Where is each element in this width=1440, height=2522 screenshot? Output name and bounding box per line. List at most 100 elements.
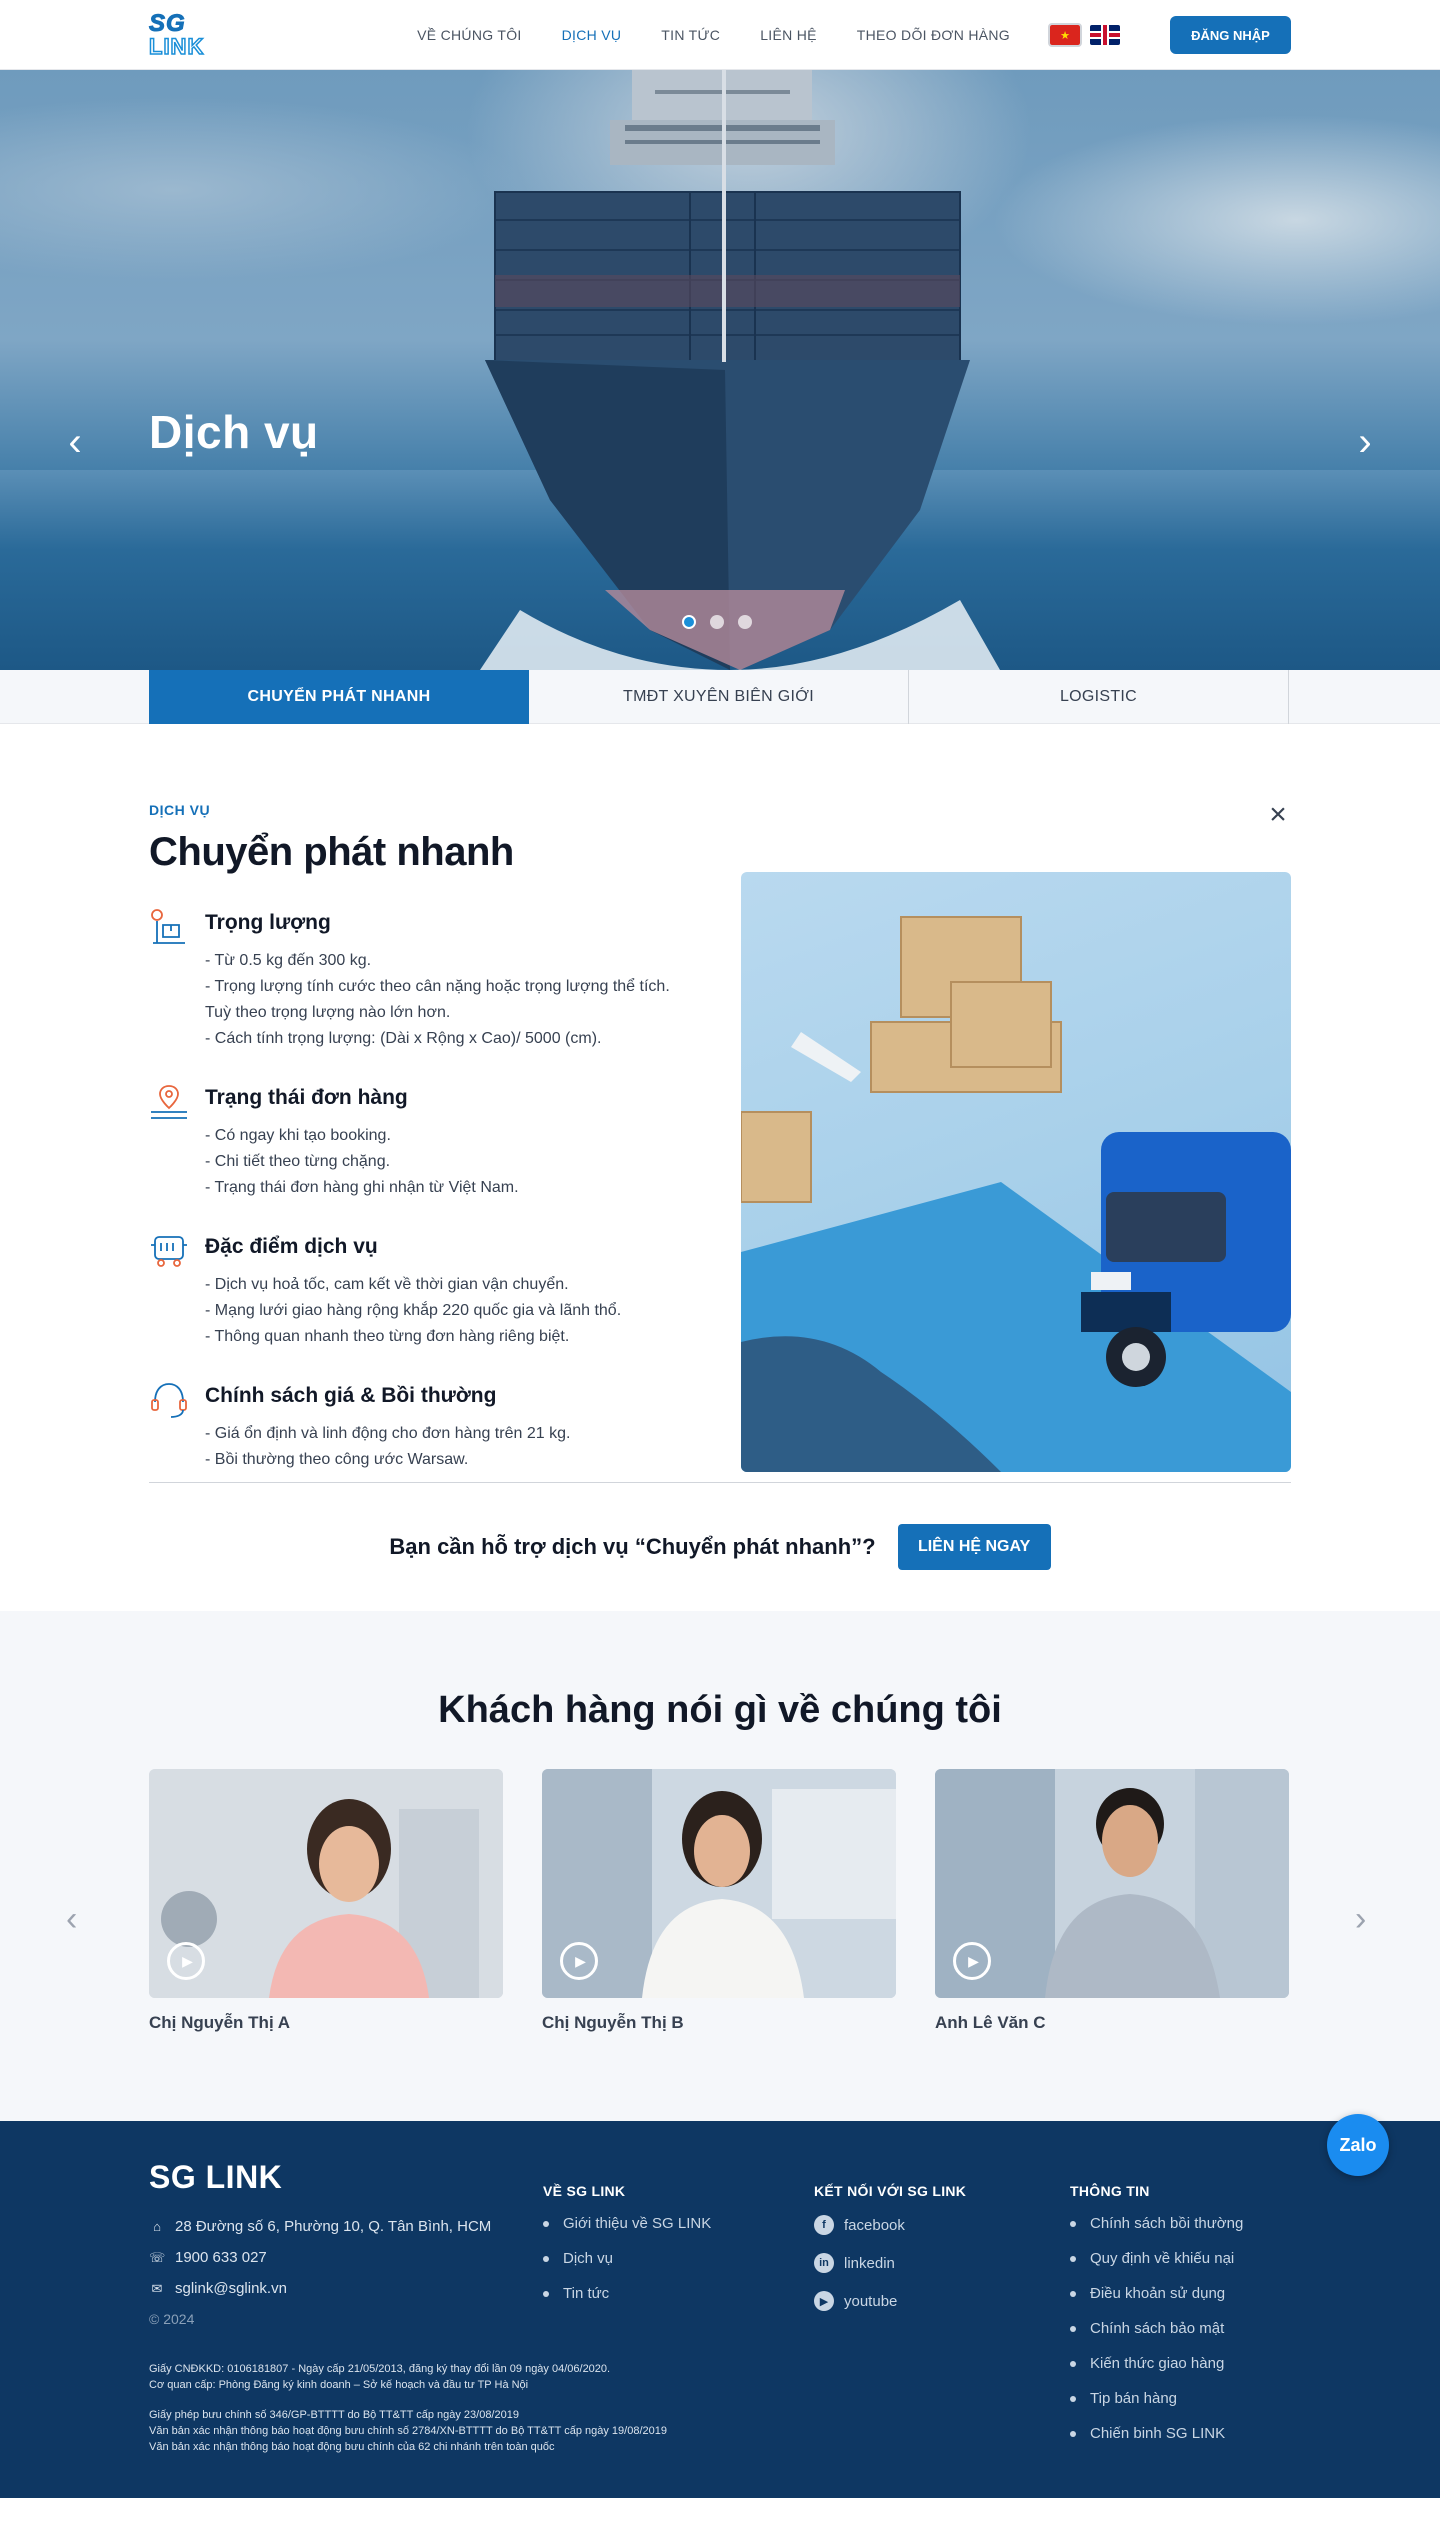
service-title: Chuyển phát nhanh bbox=[149, 830, 514, 874]
facebook-icon: f bbox=[814, 2215, 834, 2235]
legal-line: Giấy CNĐKKD: 0106181807 - Ngày cấp 21/05… bbox=[149, 2363, 611, 2375]
site-header: SG LINK VỀ CHÚNG TÔI DỊCH VỤ TIN TỨC LIÊ… bbox=[0, 0, 1440, 70]
feature-line: - Cách tính trọng lượng: (Dài x Rộng x C… bbox=[205, 1030, 602, 1047]
footer-link[interactable]: Tin tức bbox=[543, 2285, 711, 2302]
footer-column-title: THÔNG TIN bbox=[1070, 2183, 1150, 2199]
nav-services[interactable]: DỊCH VỤ bbox=[562, 27, 622, 43]
feature-line: - Có ngay khi tạo booking. bbox=[205, 1127, 391, 1144]
linkedin-link[interactable]: in linkedin bbox=[814, 2253, 966, 2273]
feature-order-status: Trạng thái đơn hàng - Có ngay khi tạo bo… bbox=[149, 1082, 679, 1201]
testimonial-name: Chị Nguyễn Thị B bbox=[542, 2013, 684, 2032]
close-icon[interactable]: × bbox=[1265, 800, 1291, 830]
delivery-truck-image bbox=[741, 872, 1291, 1472]
feature-title: Trọng lượng bbox=[205, 911, 331, 934]
sglink-logo[interactable]: SG LINK bbox=[148, 11, 227, 59]
footer-link[interactable]: Chính sách bồi thường bbox=[1070, 2215, 1243, 2232]
footer-link[interactable]: Quy định về khiếu nại bbox=[1070, 2250, 1243, 2267]
main-nav: VỀ CHÚNG TÔI DỊCH VỤ TIN TỨC LIÊN HỆ THE… bbox=[417, 27, 1010, 43]
testimonial-card[interactable]: ▶ Chị Nguyễn Thị B bbox=[542, 1769, 896, 2033]
nav-track-order[interactable]: THEO DÕI ĐƠN HÀNG bbox=[857, 27, 1010, 43]
feature-line: - Từ 0.5 kg đến 300 kg. bbox=[205, 952, 372, 969]
testimonial-name: Anh Lê Văn C bbox=[935, 2013, 1046, 2032]
footer-phone[interactable]: 1900 633 027 bbox=[175, 2249, 267, 2266]
testimonials-section: Khách hàng nói gì về chúng tôi ▶ Chị Ngu… bbox=[0, 1611, 1440, 2121]
hero-dot-2[interactable] bbox=[710, 615, 724, 629]
vietnam-flag-icon[interactable]: ★ bbox=[1048, 23, 1082, 47]
email-icon: ✉ bbox=[151, 2280, 163, 2296]
feature-list: Trọng lượng - Từ 0.5 kg đến 300 kg. - Tr… bbox=[149, 907, 679, 1473]
legal-line: Cơ quan cấp: Phòng Đăng ký kinh doanh – … bbox=[149, 2379, 529, 2391]
testimonial-card[interactable]: ▶ Anh Lê Văn C bbox=[935, 1769, 1289, 2033]
hero-prev-arrow-icon[interactable]: ‹ bbox=[55, 420, 95, 464]
uk-flag-icon[interactable] bbox=[1090, 25, 1120, 45]
language-switcher: ★ bbox=[1048, 23, 1120, 47]
footer-column-title: KẾT NỐI VỚI SG LINK bbox=[814, 2183, 967, 2199]
service-detail: DỊCH VỤ Chuyển phát nhanh × Trọng lượng … bbox=[0, 724, 1440, 1482]
nav-contact[interactable]: LIÊN HỆ bbox=[760, 27, 817, 43]
map-pin-icon bbox=[151, 1085, 187, 1119]
hero-pagination bbox=[682, 615, 752, 629]
footer-link[interactable]: Tip bán hàng bbox=[1070, 2390, 1243, 2407]
facebook-link[interactable]: f facebook bbox=[814, 2215, 966, 2235]
container-ship-image bbox=[480, 70, 1000, 670]
testimonial-name: Chị Nguyễn Thị A bbox=[149, 2013, 291, 2032]
play-icon[interactable]: ▶ bbox=[953, 1942, 991, 1980]
tab-cross-border-ecommerce[interactable]: TMĐT XUYÊN BIÊN GIỚI bbox=[529, 670, 909, 724]
footer-social-column: KẾT NỐI VỚI SG LINK f facebook in linkedin… bbox=[814, 2183, 966, 2329]
feature-weight: Trọng lượng - Từ 0.5 kg đến 300 kg. - Tr… bbox=[149, 907, 679, 1052]
play-icon[interactable]: ▶ bbox=[560, 1942, 598, 1980]
zalo-chat-button[interactable]: Zalo bbox=[1327, 2114, 1389, 2176]
testimonial-video-thumbnail[interactable]: ▶ bbox=[935, 1769, 1289, 1998]
feature-title: Đặc điểm dịch vụ bbox=[205, 1235, 378, 1258]
location-icon: ⌂ bbox=[153, 2218, 161, 2234]
footer-link[interactable]: Chiến binh SG LINK bbox=[1070, 2425, 1243, 2442]
footer-address: 28 Đường số 6, Phường 10, Q. Tân Bình, H… bbox=[175, 2218, 492, 2235]
footer-email[interactable]: sglink@sglink.vn bbox=[175, 2280, 287, 2297]
footer-link[interactable]: Điều khoản sử dụng bbox=[1070, 2285, 1243, 2302]
feature-line: - Thông quan nhanh theo từng đơn hàng ri… bbox=[205, 1328, 570, 1345]
testimonial-video-thumbnail[interactable]: ▶ bbox=[149, 1769, 503, 1998]
contact-now-button[interactable]: LIÊN HỆ NGAY bbox=[897, 1524, 1051, 1570]
feature-characteristics: Đặc điểm dịch vụ - Dịch vụ hoả tốc, cam … bbox=[149, 1231, 679, 1350]
login-button[interactable]: ĐĂNG NHẬP bbox=[1170, 16, 1291, 54]
legal-line: Văn bản xác nhận thông báo hoạt động bưu… bbox=[149, 2441, 555, 2453]
feature-line: - Trọng lượng tính cước theo cân nặng ho… bbox=[205, 978, 670, 1021]
footer-column-title: VỀ SG LINK bbox=[543, 2183, 626, 2199]
feature-line: - Chi tiết theo từng chặng. bbox=[205, 1153, 391, 1170]
feature-line: - Dịch vụ hoả tốc, cam kết về thời gian … bbox=[205, 1276, 569, 1293]
hero-title: Dịch vụ bbox=[149, 406, 319, 458]
scale-icon bbox=[151, 909, 185, 944]
footer-legal: Giấy CNĐKKD: 0106181807 - Ngày cấp 21/05… bbox=[149, 2361, 709, 2455]
nav-about[interactable]: VỀ CHÚNG TÔI bbox=[417, 27, 521, 43]
feature-title: Trạng thái đơn hàng bbox=[205, 1086, 408, 1109]
hero-dot-3[interactable] bbox=[738, 615, 752, 629]
service-eyebrow: DỊCH VỤ bbox=[149, 802, 211, 818]
footer-info-column: THÔNG TIN Chính sách bồi thường Quy định… bbox=[1070, 2183, 1243, 2460]
play-icon[interactable]: ▶ bbox=[167, 1942, 205, 1980]
nav-news[interactable]: TIN TỨC bbox=[661, 27, 720, 43]
youtube-icon: ▶ bbox=[814, 2291, 834, 2311]
testimonial-video-thumbnail[interactable]: ▶ bbox=[542, 1769, 896, 1998]
tab-logistic[interactable]: LOGISTIC bbox=[909, 670, 1289, 724]
feature-title: Chính sách giá & Bồi thường bbox=[205, 1384, 497, 1407]
support-icon bbox=[151, 1383, 187, 1418]
feature-line: - Trạng thái đơn hàng ghi nhận từ Việt N… bbox=[205, 1179, 519, 1196]
footer-link[interactable]: Chính sách bảo mật bbox=[1070, 2320, 1243, 2337]
hero-next-arrow-icon[interactable]: › bbox=[1345, 420, 1385, 464]
tab-express[interactable]: CHUYỂN PHÁT NHANH bbox=[149, 670, 529, 724]
phone-icon: ☏ bbox=[149, 2249, 166, 2265]
site-footer: SG LINK ⌂ 28 Đường số 6, Phường 10, Q. Tâ… bbox=[0, 2121, 1440, 2498]
testimonial-card[interactable]: ▶ Chị Nguyễn Thị A bbox=[149, 1769, 503, 2033]
footer-link[interactable]: Giới thiệu về SG LINK bbox=[543, 2215, 711, 2232]
footer-link[interactable]: Dịch vụ bbox=[543, 2250, 711, 2267]
hero-banner: Dịch vụ ‹ › bbox=[0, 70, 1440, 670]
testimonials-prev-arrow-icon[interactable]: ‹ bbox=[66, 1900, 77, 1939]
feature-line: - Mạng lưới giao hàng rộng khắp 220 quốc… bbox=[205, 1302, 622, 1319]
footer-link[interactable]: Kiến thức giao hàng bbox=[1070, 2355, 1243, 2372]
legal-line: Giấy phép bưu chính số 346/GP-BTTTT do B… bbox=[149, 2409, 519, 2421]
hero-dot-1[interactable] bbox=[682, 615, 696, 629]
footer-copyright: © 2024 bbox=[149, 2311, 195, 2327]
service-tabs-bar: CHUYỂN PHÁT NHANH TMĐT XUYÊN BIÊN GIỚI L… bbox=[0, 670, 1440, 724]
youtube-link[interactable]: ▶ youtube bbox=[814, 2291, 966, 2311]
testimonials-next-arrow-icon[interactable]: › bbox=[1355, 1900, 1366, 1939]
